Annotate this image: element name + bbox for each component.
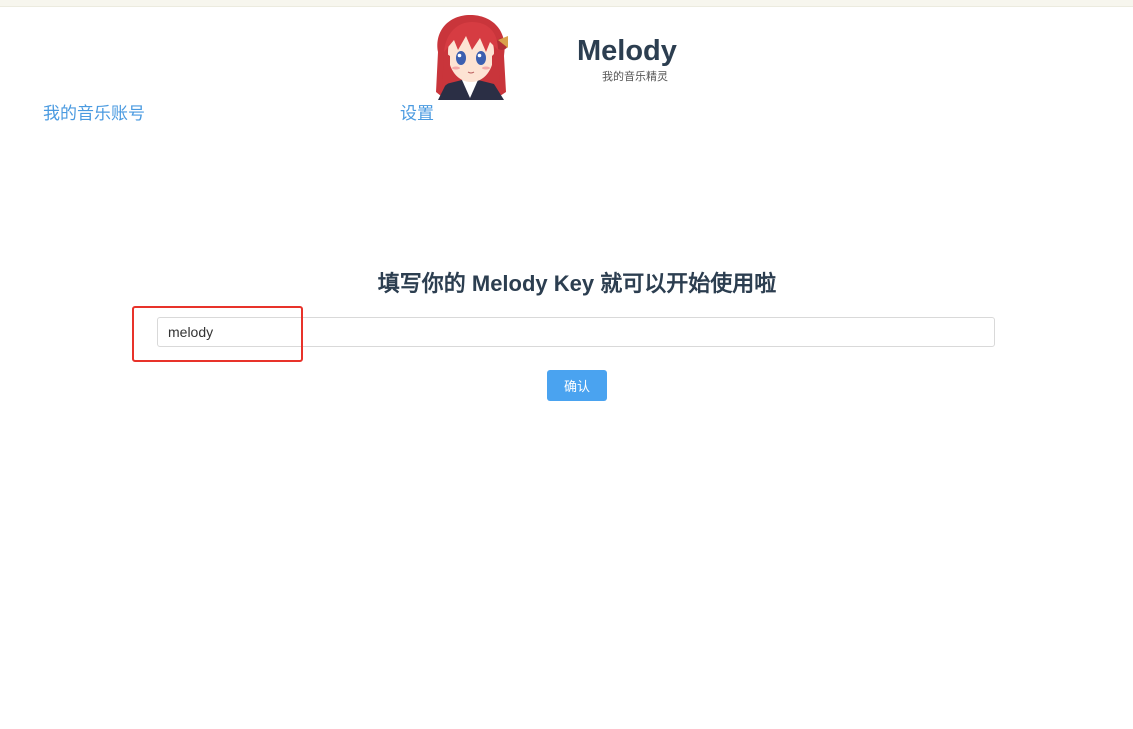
app-title: Melody — [577, 35, 677, 67]
nav-my-music-account[interactable]: 我的音乐账号 — [43, 104, 145, 124]
page-heading: 填写你的 Melody Key 就可以开始使用啦 — [0, 269, 1133, 299]
nav-settings[interactable]: 设置 — [400, 104, 434, 124]
app-subtitle: 我的音乐精灵 — [602, 71, 668, 83]
top-strip — [0, 0, 1133, 7]
page-heading-text: 填写你的 Melody Key 就可以开始使用啦 — [377, 271, 777, 296]
header: Melody 我的音乐精灵 — [0, 7, 1133, 100]
melody-key-input[interactable] — [157, 317, 995, 347]
confirm-button[interactable]: 确认 — [547, 370, 607, 401]
anime-girl-avatar-icon — [436, 14, 508, 100]
